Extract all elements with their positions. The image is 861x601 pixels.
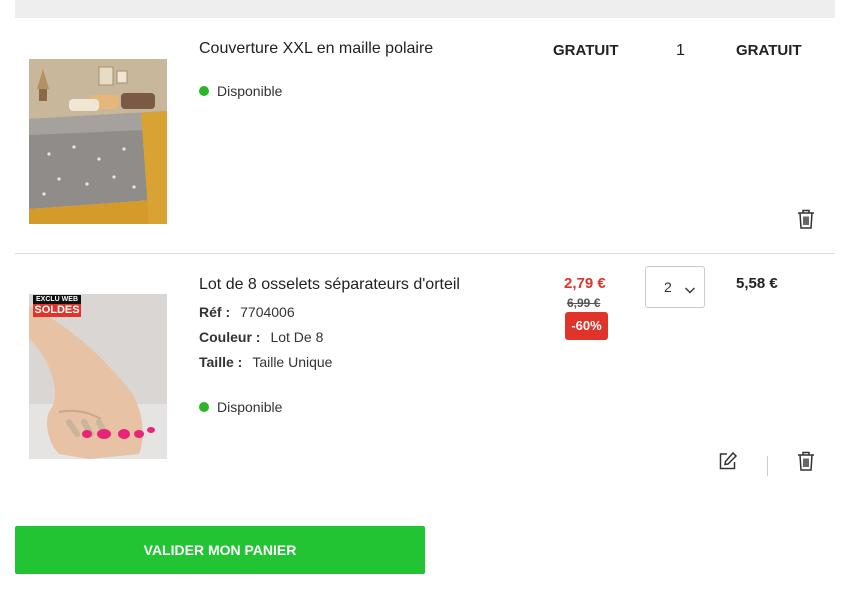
product-image-blanket[interactable] [29, 59, 167, 224]
chevron-down-icon [684, 282, 696, 298]
trash-icon[interactable] [796, 208, 816, 230]
cart-header-bar [15, 0, 835, 18]
unit-price: GRATUIT [553, 42, 619, 59]
product-name[interactable]: Couverture XXL en maille polaire [199, 40, 433, 58]
attr-color: Couleur : Lot De 8 [199, 329, 323, 345]
attr-reference: Réf : 7704006 [199, 304, 295, 320]
availability-label: Disponible [217, 83, 283, 99]
sale-badge: EXCLU WEB SOLDES [33, 295, 81, 317]
attr-label: Couleur : [199, 329, 261, 345]
attr-size: Taille : Taille Unique [199, 354, 332, 370]
status-dot-icon [199, 402, 209, 412]
validate-cart-button[interactable]: VALIDER MON PANIER [15, 526, 425, 574]
badge-soldes: SOLDES [33, 304, 81, 317]
availability-status: Disponible [199, 399, 282, 415]
edit-icon[interactable] [718, 451, 738, 471]
status-dot-icon [199, 86, 209, 96]
badge-exclu-web: EXCLU WEB [33, 295, 81, 304]
product-image-toe-separators[interactable]: EXCLU WEB SOLDES [29, 294, 167, 459]
attr-value: Lot De 8 [270, 329, 324, 345]
row-divider [15, 253, 835, 254]
availability-status: Disponible [199, 83, 282, 99]
attr-value: Taille Unique [252, 354, 333, 370]
availability-label: Disponible [217, 399, 283, 415]
line-total: GRATUIT [736, 42, 802, 59]
quantity-select[interactable]: 2 [645, 266, 705, 308]
line-total: 5,58 € [736, 275, 778, 292]
attr-value: 7704006 [240, 304, 295, 320]
discount-badge: -60% [565, 312, 608, 340]
product-name[interactable]: Lot de 8 osselets séparateurs d'orteil [199, 276, 460, 294]
original-price: 6,99 € [567, 296, 601, 310]
sale-price: 2,79 € [564, 275, 606, 292]
quantity-selected-value: 2 [664, 279, 672, 295]
quantity-value: 1 [676, 42, 685, 59]
attr-label: Taille : [199, 354, 243, 370]
action-separator [767, 456, 768, 476]
trash-icon[interactable] [796, 450, 816, 472]
attr-label: Réf : [199, 304, 231, 320]
